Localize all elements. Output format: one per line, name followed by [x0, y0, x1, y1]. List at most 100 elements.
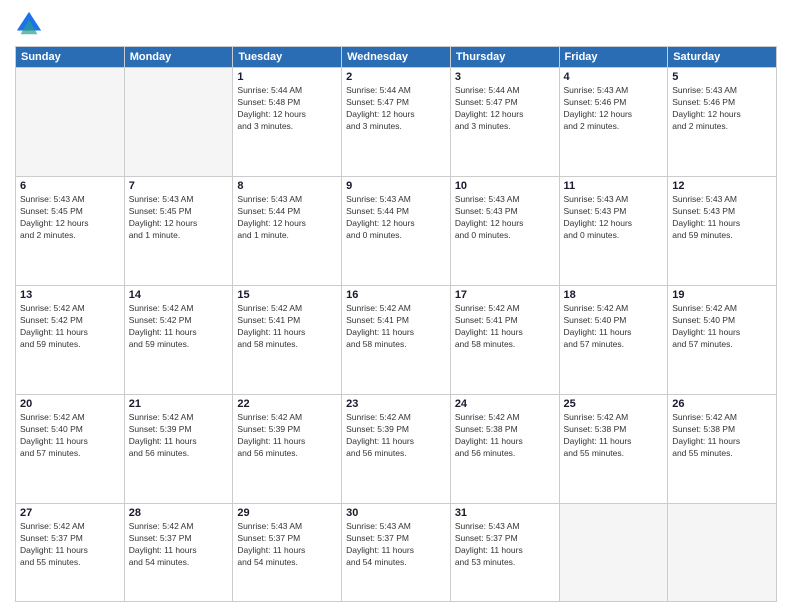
- calendar-cell: 20 Sunrise: 5:42 AM Sunset: 5:40 PM Dayli…: [16, 395, 125, 504]
- calendar-cell: 5 Sunrise: 5:43 AM Sunset: 5:46 PM Daylig…: [668, 68, 777, 177]
- day-number: 18: [564, 289, 664, 301]
- weekday-header: Monday: [124, 47, 233, 68]
- day-info: Sunrise: 5:42 AM Sunset: 5:42 PM Dayligh…: [129, 303, 229, 351]
- weekday-header: Friday: [559, 47, 668, 68]
- day-info: Sunrise: 5:42 AM Sunset: 5:39 PM Dayligh…: [129, 412, 229, 460]
- day-number: 6: [20, 180, 120, 192]
- day-info: Sunrise: 5:44 AM Sunset: 5:47 PM Dayligh…: [455, 85, 555, 133]
- day-info: Sunrise: 5:42 AM Sunset: 5:39 PM Dayligh…: [346, 412, 446, 460]
- calendar-cell: 30 Sunrise: 5:43 AM Sunset: 5:37 PM Dayli…: [342, 504, 451, 602]
- calendar-cell: 16 Sunrise: 5:42 AM Sunset: 5:41 PM Dayli…: [342, 286, 451, 395]
- day-info: Sunrise: 5:44 AM Sunset: 5:47 PM Dayligh…: [346, 85, 446, 133]
- day-info: Sunrise: 5:43 AM Sunset: 5:37 PM Dayligh…: [237, 521, 337, 569]
- day-info: Sunrise: 5:43 AM Sunset: 5:45 PM Dayligh…: [129, 194, 229, 242]
- day-info: Sunrise: 5:42 AM Sunset: 5:38 PM Dayligh…: [455, 412, 555, 460]
- day-info: Sunrise: 5:43 AM Sunset: 5:37 PM Dayligh…: [346, 521, 446, 569]
- calendar-cell: 18Sunrise: 5:42 AM Sunset: 5:40 PM Dayli…: [559, 286, 668, 395]
- calendar-cell: 31 Sunrise: 5:43 AM Sunset: 5:37 PM Dayli…: [450, 504, 559, 602]
- calendar-cell: 7 Sunrise: 5:43 AM Sunset: 5:45 PM Daylig…: [124, 177, 233, 286]
- day-info: Sunrise: 5:42 AM Sunset: 5:41 PM Dayligh…: [346, 303, 446, 351]
- day-number: 14: [129, 289, 229, 301]
- day-number: 8: [237, 180, 337, 192]
- calendar-cell: 29 Sunrise: 5:43 AM Sunset: 5:37 PM Dayli…: [233, 504, 342, 602]
- day-info: Sunrise: 5:42 AM Sunset: 5:37 PM Dayligh…: [129, 521, 229, 569]
- week-row: 27 Sunrise: 5:42 AM Sunset: 5:37 PM Dayli…: [16, 504, 777, 602]
- calendar-cell: 2 Sunrise: 5:44 AM Sunset: 5:47 PM Daylig…: [342, 68, 451, 177]
- day-info: Sunrise: 5:42 AM Sunset: 5:40 PM Dayligh…: [672, 303, 772, 351]
- day-number: 2: [346, 71, 446, 83]
- day-number: 9: [346, 180, 446, 192]
- calendar-cell: 22Sunrise: 5:42 AM Sunset: 5:39 PM Dayli…: [233, 395, 342, 504]
- day-info: Sunrise: 5:42 AM Sunset: 5:40 PM Dayligh…: [20, 412, 120, 460]
- calendar-cell: [124, 68, 233, 177]
- calendar-cell: 14 Sunrise: 5:42 AM Sunset: 5:42 PM Dayli…: [124, 286, 233, 395]
- calendar-cell: 28 Sunrise: 5:42 AM Sunset: 5:37 PM Dayli…: [124, 504, 233, 602]
- calendar-cell: 21 Sunrise: 5:42 AM Sunset: 5:39 PM Dayli…: [124, 395, 233, 504]
- day-number: 17: [455, 289, 555, 301]
- calendar-cell: 4Sunrise: 5:43 AM Sunset: 5:46 PM Daylig…: [559, 68, 668, 177]
- header: [15, 10, 777, 38]
- day-number: 31: [455, 507, 555, 519]
- day-number: 23: [346, 398, 446, 410]
- calendar-cell: 15 Sunrise: 5:42 AM Sunset: 5:41 PM Dayli…: [233, 286, 342, 395]
- day-number: 20: [20, 398, 120, 410]
- calendar-cell: 17 Sunrise: 5:42 AM Sunset: 5:41 PM Dayli…: [450, 286, 559, 395]
- day-info: Sunrise: 5:43 AM Sunset: 5:45 PM Dayligh…: [20, 194, 120, 242]
- day-number: 10: [455, 180, 555, 192]
- week-row: 6 Sunrise: 5:43 AM Sunset: 5:45 PM Daylig…: [16, 177, 777, 286]
- day-info: Sunrise: 5:42 AM Sunset: 5:37 PM Dayligh…: [20, 521, 120, 569]
- calendar-cell: 10Sunrise: 5:43 AM Sunset: 5:43 PM Dayli…: [450, 177, 559, 286]
- calendar-cell: 19 Sunrise: 5:42 AM Sunset: 5:40 PM Dayli…: [668, 286, 777, 395]
- day-info: Sunrise: 5:43 AM Sunset: 5:44 PM Dayligh…: [237, 194, 337, 242]
- day-info: Sunrise: 5:42 AM Sunset: 5:41 PM Dayligh…: [455, 303, 555, 351]
- weekday-header: Saturday: [668, 47, 777, 68]
- day-number: 29: [237, 507, 337, 519]
- calendar: SundayMondayTuesdayWednesdayThursdayFrid…: [15, 46, 777, 602]
- day-number: 5: [672, 71, 772, 83]
- day-number: 1: [237, 71, 337, 83]
- day-number: 26: [672, 398, 772, 410]
- day-number: 28: [129, 507, 229, 519]
- day-number: 15: [237, 289, 337, 301]
- day-number: 3: [455, 71, 555, 83]
- day-info: Sunrise: 5:43 AM Sunset: 5:44 PM Dayligh…: [346, 194, 446, 242]
- weekday-header-row: SundayMondayTuesdayWednesdayThursdayFrid…: [16, 47, 777, 68]
- calendar-cell: 1 Sunrise: 5:44 AM Sunset: 5:48 PM Daylig…: [233, 68, 342, 177]
- calendar-cell: 12Sunrise: 5:43 AM Sunset: 5:43 PM Dayli…: [668, 177, 777, 286]
- day-info: Sunrise: 5:43 AM Sunset: 5:46 PM Dayligh…: [672, 85, 772, 133]
- day-info: Sunrise: 5:42 AM Sunset: 5:39 PM Dayligh…: [237, 412, 337, 460]
- weekday-header: Wednesday: [342, 47, 451, 68]
- day-info: Sunrise: 5:43 AM Sunset: 5:43 PM Dayligh…: [564, 194, 664, 242]
- logo-icon: [15, 10, 43, 38]
- calendar-cell: 24 Sunrise: 5:42 AM Sunset: 5:38 PM Dayli…: [450, 395, 559, 504]
- calendar-cell: [559, 504, 668, 602]
- week-row: 13Sunrise: 5:42 AM Sunset: 5:42 PM Dayli…: [16, 286, 777, 395]
- day-number: 25: [564, 398, 664, 410]
- logo: [15, 10, 47, 38]
- calendar-cell: [16, 68, 125, 177]
- weekday-header: Sunday: [16, 47, 125, 68]
- day-info: Sunrise: 5:42 AM Sunset: 5:38 PM Dayligh…: [672, 412, 772, 460]
- day-number: 7: [129, 180, 229, 192]
- day-info: Sunrise: 5:42 AM Sunset: 5:38 PM Dayligh…: [564, 412, 664, 460]
- day-number: 4: [564, 71, 664, 83]
- calendar-cell: 3 Sunrise: 5:44 AM Sunset: 5:47 PM Daylig…: [450, 68, 559, 177]
- day-info: Sunrise: 5:44 AM Sunset: 5:48 PM Dayligh…: [237, 85, 337, 133]
- day-info: Sunrise: 5:43 AM Sunset: 5:37 PM Dayligh…: [455, 521, 555, 569]
- calendar-cell: 23 Sunrise: 5:42 AM Sunset: 5:39 PM Dayli…: [342, 395, 451, 504]
- weekday-header: Tuesday: [233, 47, 342, 68]
- day-info: Sunrise: 5:43 AM Sunset: 5:43 PM Dayligh…: [672, 194, 772, 242]
- day-number: 16: [346, 289, 446, 301]
- calendar-cell: 9 Sunrise: 5:43 AM Sunset: 5:44 PM Daylig…: [342, 177, 451, 286]
- calendar-cell: 26 Sunrise: 5:42 AM Sunset: 5:38 PM Dayli…: [668, 395, 777, 504]
- day-number: 21: [129, 398, 229, 410]
- day-number: 24: [455, 398, 555, 410]
- calendar-cell: 13Sunrise: 5:42 AM Sunset: 5:42 PM Dayli…: [16, 286, 125, 395]
- day-info: Sunrise: 5:42 AM Sunset: 5:41 PM Dayligh…: [237, 303, 337, 351]
- day-info: Sunrise: 5:42 AM Sunset: 5:42 PM Dayligh…: [20, 303, 120, 351]
- day-number: 19: [672, 289, 772, 301]
- day-number: 27: [20, 507, 120, 519]
- day-number: 30: [346, 507, 446, 519]
- calendar-cell: [668, 504, 777, 602]
- calendar-cell: 8 Sunrise: 5:43 AM Sunset: 5:44 PM Daylig…: [233, 177, 342, 286]
